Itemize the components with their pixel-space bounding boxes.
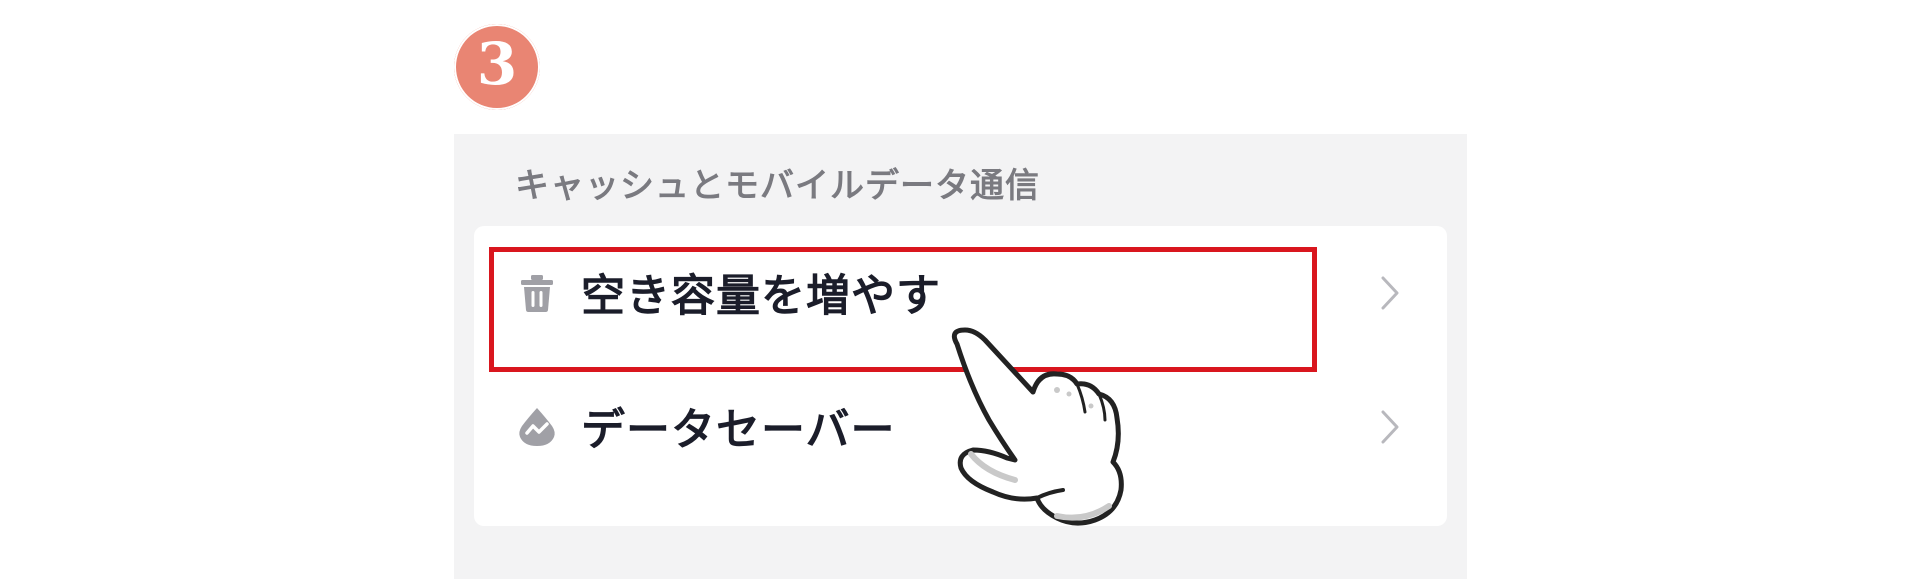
settings-item-label: 空き容量を増やす	[581, 270, 941, 322]
data-saver-icon	[519, 408, 555, 446]
settings-item-label: データセーバー	[581, 404, 896, 456]
tutorial-screenshot: 3 キャッシュとモバイルデータ通信 空き容量を増やす データセーバー	[0, 0, 1920, 579]
settings-item-data-saver[interactable]: データセーバー	[474, 360, 1447, 494]
trash-icon	[521, 275, 553, 312]
section-title: キャッシュとモバイルデータ通信	[515, 166, 1040, 206]
chevron-right-icon	[1381, 410, 1399, 444]
step-number: 3	[476, 30, 518, 98]
settings-card: 空き容量を増やす データセーバー	[474, 226, 1447, 526]
step-number-badge: 3	[454, 24, 540, 110]
settings-section: キャッシュとモバイルデータ通信 空き容量を増やす データセーバー	[454, 134, 1467, 579]
chevron-right-icon	[1381, 276, 1399, 310]
settings-item-free-up-space[interactable]: 空き容量を増やす	[474, 226, 1447, 360]
